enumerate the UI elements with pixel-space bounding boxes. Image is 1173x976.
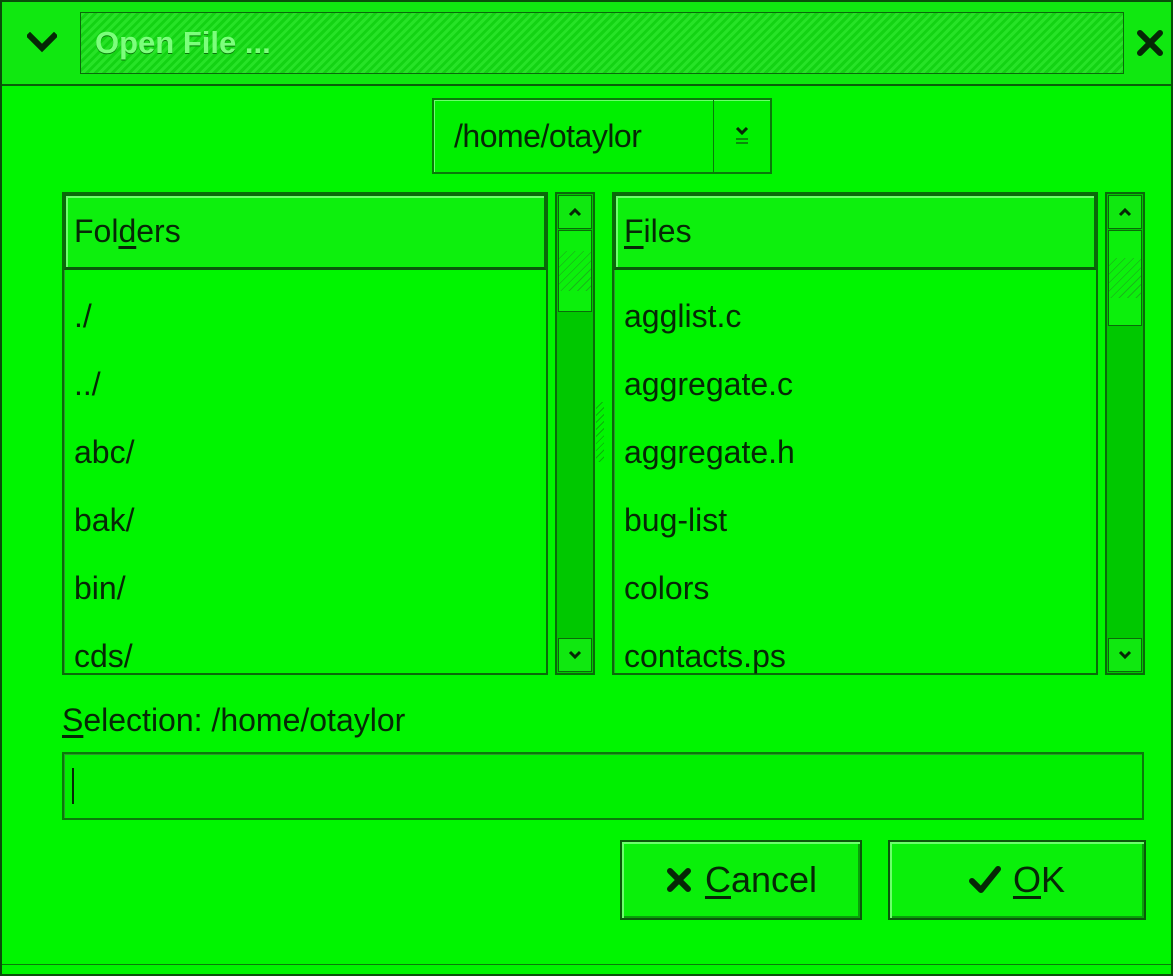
path-combo-value: /home/otaylor <box>454 117 642 154</box>
chevron-down-icon <box>1118 650 1132 660</box>
open-file-dialog: Open File ... /home/otaylor Fol d ers ./ .… <box>0 0 1173 976</box>
file-item[interactable]: contacts.ps <box>614 622 1096 690</box>
chevron-down-icon <box>27 32 57 53</box>
folder-item[interactable]: ../ <box>64 350 546 418</box>
cancel-button-label: Cancel <box>704 859 818 900</box>
path-combo-dropdown-button[interactable] <box>713 100 770 172</box>
files-header[interactable]: Files <box>614 194 1096 270</box>
folder-item[interactable]: bak/ <box>64 486 546 554</box>
files-scroll-up-button[interactable] <box>1108 195 1142 229</box>
folder-item[interactable]: bin/ <box>64 554 546 622</box>
close-icon <box>1137 30 1163 56</box>
ok-button-label: OK <box>1012 859 1066 900</box>
pane-divider-grip[interactable] <box>596 402 604 462</box>
window-title-area[interactable]: Open File ... <box>80 12 1124 74</box>
title-bar: Open File ... <box>2 2 1171 86</box>
file-item[interactable]: colors <box>614 554 1096 622</box>
folders-scroll-down-button[interactable] <box>558 638 592 672</box>
file-item[interactable]: bug-list <box>614 486 1096 554</box>
folder-item[interactable]: abc/ <box>64 418 546 486</box>
text-caret <box>72 768 74 804</box>
close-icon <box>666 868 691 892</box>
checkmark-icon <box>968 866 1001 893</box>
files-scroll-thumb[interactable] <box>1108 230 1142 326</box>
window-bottom-edge <box>2 964 1171 976</box>
folders-items: ./ ../ abc/ bak/ bin/ cds/ <box>64 270 546 690</box>
chevron-down-icon <box>568 650 582 660</box>
folders-scroll-up-button[interactable] <box>558 195 592 229</box>
folders-scrollbar[interactable] <box>555 192 595 675</box>
file-item[interactable]: aggregate.c <box>614 350 1096 418</box>
folder-item[interactable]: cds/ <box>64 622 546 690</box>
files-scroll-down-button[interactable] <box>1108 638 1142 672</box>
files-list: Files agglist.c aggregate.c aggregate.h … <box>612 192 1098 675</box>
folder-item[interactable]: ./ <box>64 282 546 350</box>
path-combo[interactable]: /home/otaylor <box>432 98 772 174</box>
folders-list: Fol d ers ./ ../ abc/ bak/ bin/ cds/ <box>62 192 548 675</box>
selection-input[interactable] <box>62 752 1144 820</box>
file-item[interactable]: aggregate.h <box>614 418 1096 486</box>
window-close-button[interactable] <box>1128 12 1172 74</box>
files-items: agglist.c aggregate.c aggregate.h bug-li… <box>614 270 1096 690</box>
window-title: Open File ... <box>95 25 271 60</box>
chevron-up-icon <box>1118 207 1132 217</box>
window-menu-button[interactable] <box>12 12 72 74</box>
files-scrollbar[interactable] <box>1105 192 1145 675</box>
chevron-up-icon <box>568 207 582 217</box>
file-item[interactable]: agglist.c <box>614 282 1096 350</box>
folders-header[interactable]: Fol d ers <box>64 194 546 270</box>
selection-label: Selection: /home/otaylor <box>62 702 406 738</box>
chevron-down-icon <box>735 126 749 144</box>
ok-button[interactable]: OK <box>888 840 1146 920</box>
folders-scroll-thumb[interactable] <box>558 230 592 312</box>
cancel-button[interactable]: Cancel <box>620 840 862 920</box>
